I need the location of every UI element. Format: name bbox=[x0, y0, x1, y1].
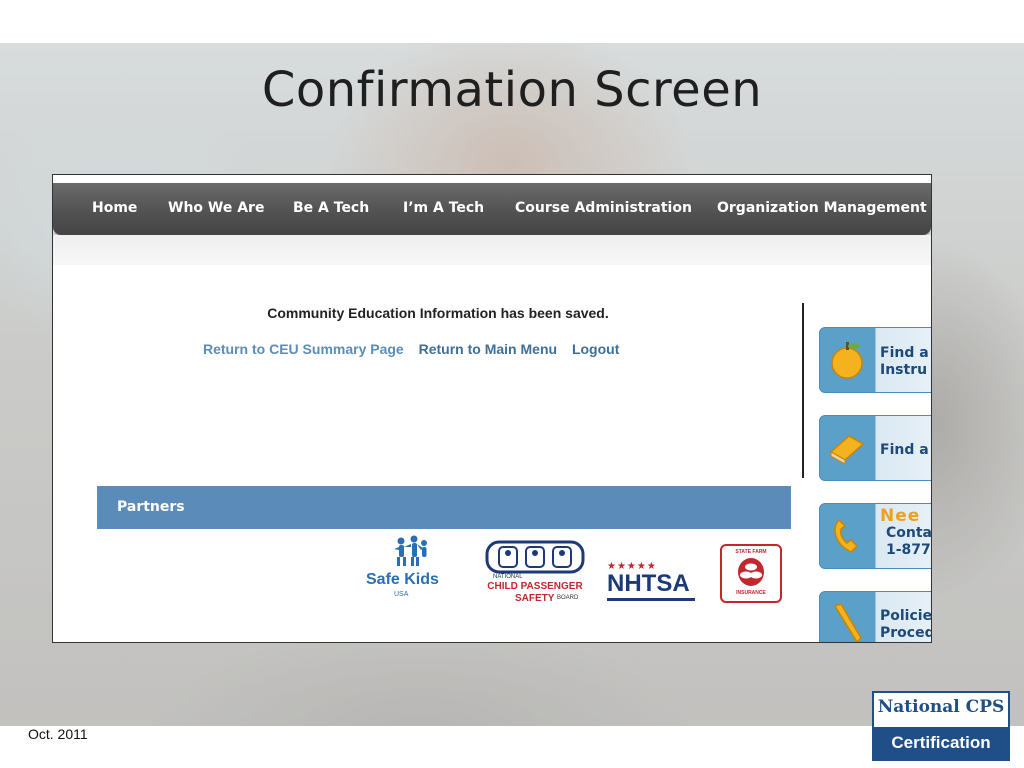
nhtsa-underline bbox=[607, 598, 695, 601]
website-screenshot: Home Who We Are Be A Tech I’m A Tech Cou… bbox=[52, 174, 932, 643]
footer-date: Oct. 2011 bbox=[28, 726, 88, 742]
state-farm-emblem-icon bbox=[738, 558, 764, 586]
find-text: Find a bbox=[880, 442, 929, 459]
national-cps-certification-logo: National CPS Certification bbox=[872, 691, 1010, 761]
slide-title: Confirmation Screen bbox=[261, 62, 763, 118]
partners-label: Partners bbox=[117, 499, 185, 515]
cps-line2: SAFETY bbox=[515, 593, 555, 604]
state-farm-bottom: INSURANCE bbox=[736, 590, 766, 596]
confirmation-message: Community Education Information has been… bbox=[267, 305, 609, 321]
find-button[interactable]: Find a bbox=[819, 415, 931, 481]
nav-substrip bbox=[53, 235, 931, 265]
top-nav-bar: Home Who We Are Be A Tech I’m A Tech Cou… bbox=[53, 183, 931, 235]
nav-im-a-tech[interactable]: I’m A Tech bbox=[403, 200, 484, 216]
cert-logo-top: National CPS bbox=[877, 697, 1005, 717]
find-instructor-button[interactable]: Find a Instru bbox=[819, 327, 931, 393]
need-help-button[interactable]: Nee Conta 1-877 bbox=[819, 503, 932, 569]
nav-home[interactable]: Home bbox=[92, 200, 137, 216]
state-farm-top: STATE FARM bbox=[735, 549, 767, 555]
safe-kids-sub: USA bbox=[394, 591, 409, 598]
find-instructor-line2: Instru bbox=[880, 362, 928, 378]
return-to-ceu-summary-link[interactable]: Return to CEU Summary Page bbox=[203, 341, 404, 357]
state-farm-logo[interactable]: STATE FARM INSURANCE bbox=[720, 544, 782, 603]
partners-bar: Partners bbox=[97, 486, 791, 529]
nav-organization-management[interactable]: Organization Management bbox=[717, 200, 927, 216]
safe-kids-figures-icon bbox=[394, 535, 427, 566]
find-line1: Find a bbox=[880, 442, 929, 458]
pencil-icon bbox=[833, 603, 862, 642]
car-seat-icon bbox=[485, 540, 585, 574]
apple-icon bbox=[831, 342, 863, 379]
cps-board: BOARD bbox=[557, 595, 579, 601]
action-links: Return to CEU Summary Page Return to Mai… bbox=[203, 341, 630, 357]
cert-logo-bottom: Certification bbox=[874, 727, 1008, 759]
need-help-line2: Conta bbox=[886, 525, 932, 541]
policies-procedures-button[interactable]: Policie Proced bbox=[819, 591, 932, 642]
nav-who-we-are[interactable]: Who We Are bbox=[168, 200, 264, 216]
cps-line1: CHILD PASSENGER bbox=[487, 581, 583, 592]
nav-course-administration[interactable]: Course Administration bbox=[515, 200, 692, 216]
nav-be-a-tech[interactable]: Be A Tech bbox=[293, 200, 369, 216]
need-help-line1: Nee bbox=[880, 506, 921, 526]
logout-link[interactable]: Logout bbox=[572, 341, 619, 357]
content-divider bbox=[802, 303, 804, 478]
policies-text: Policie Proced bbox=[880, 608, 932, 642]
need-help-line3: 1-877 bbox=[886, 542, 931, 558]
cps-national: NATIONAL bbox=[493, 574, 523, 580]
return-to-main-menu-link[interactable]: Return to Main Menu bbox=[419, 341, 557, 357]
find-instructor-line1: Find a bbox=[880, 345, 929, 361]
nhtsa-name: NHTSA bbox=[607, 570, 690, 597]
cps-board-logo[interactable]: NATIONAL CHILD PASSENGER SAFETY BOARD bbox=[485, 540, 585, 606]
phone-icon bbox=[834, 518, 859, 553]
nhtsa-logo[interactable]: ★★★★★ NHTSA bbox=[607, 561, 697, 605]
book-icon bbox=[829, 435, 865, 465]
policies-line2: Proced bbox=[880, 625, 932, 641]
safe-kids-name: Safe Kids bbox=[366, 571, 439, 588]
policies-line1: Policie bbox=[880, 608, 932, 624]
need-help-text: Nee Conta 1-877 bbox=[880, 506, 932, 559]
safe-kids-logo[interactable]: Safe Kids USA bbox=[366, 535, 456, 601]
find-instructor-text: Find a Instru bbox=[880, 345, 929, 379]
